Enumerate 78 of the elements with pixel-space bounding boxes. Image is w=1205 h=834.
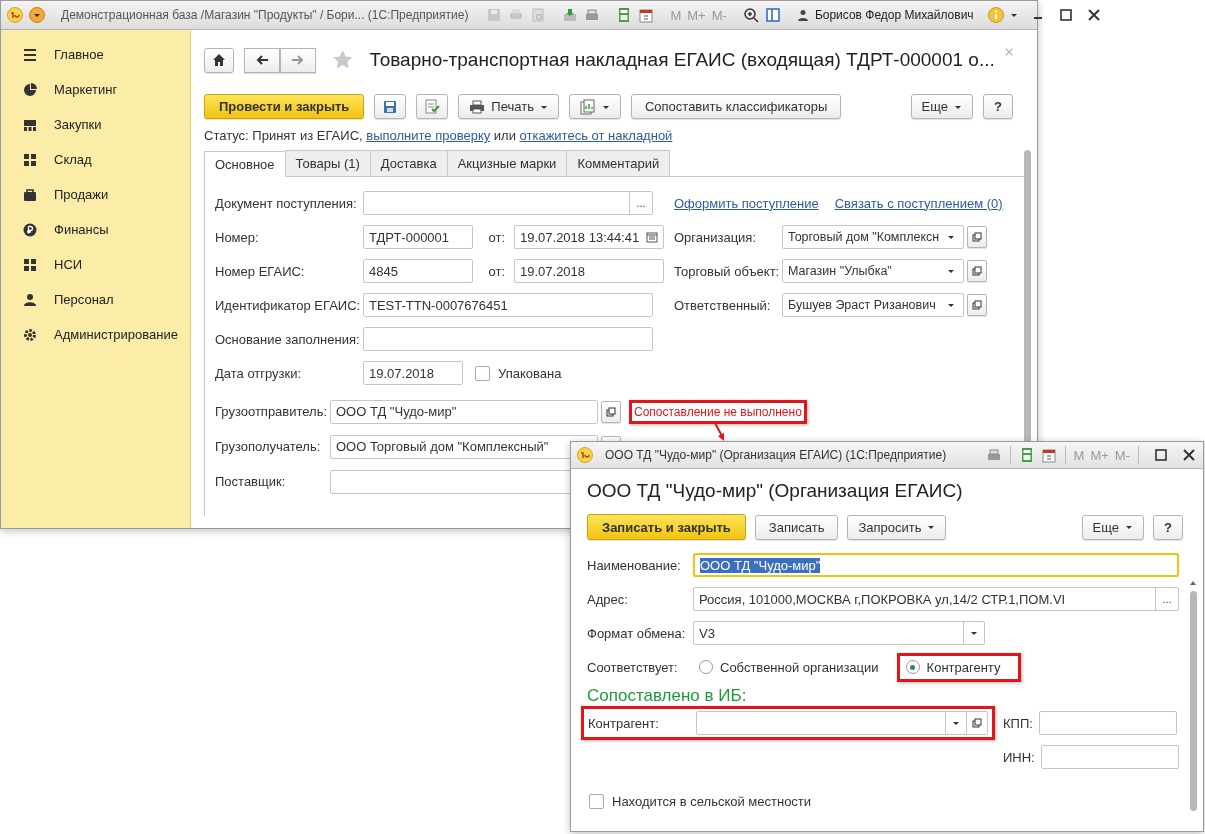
request-button[interactable]: Запросить — [847, 514, 947, 540]
print-button[interactable]: Печать — [458, 94, 559, 119]
window-title: Демонстрационная база /Магазин "Продукты" / Бори... (1С:Предприятие) — [61, 8, 469, 22]
document-field[interactable]: ... — [363, 191, 653, 215]
sidebar-item[interactable]: Финансы — [54, 222, 109, 237]
egais-number-field[interactable]: 4845 — [363, 259, 473, 283]
tab[interactable]: Основное — [204, 151, 286, 177]
name-field[interactable]: ООО ТД "Чудо-мир" — [693, 553, 1179, 577]
field-label: КПП: — [1003, 715, 1033, 731]
party-field[interactable]: ООО ТД "Чудо-мир" — [330, 399, 598, 424]
field-label: Контрагент: — [588, 715, 660, 731]
status-link[interactable]: откажитесь от накладной — [519, 128, 673, 143]
sidebar-item[interactable]: НСИ — [54, 257, 83, 272]
field-label: Дата отгрузки: — [215, 365, 303, 381]
field-label: Документ поступления: — [215, 195, 358, 211]
sidebar-item[interactable]: Закупки — [54, 117, 102, 132]
status-link[interactable]: выполните проверку — [366, 128, 491, 143]
tab[interactable]: Доставка — [369, 150, 448, 176]
checkbox-label: Упакована — [498, 365, 562, 381]
tab[interactable]: Акцизные марки — [446, 150, 568, 176]
select-field[interactable]: Бушуев Эраст Ризанович — [782, 293, 964, 317]
save-button[interactable]: Записать — [754, 514, 839, 540]
exchange-format-field[interactable]: V3 — [693, 621, 985, 645]
date-field[interactable]: 19.07.2018 — [514, 259, 664, 283]
status-text: Статус: Принят из ЕГАИС, выполните проверку или откажитесь от накладной — [204, 128, 674, 143]
field-label: Идентификатор ЕГАИС: — [215, 297, 362, 313]
select-field[interactable]: Магазин "Улыбка" — [782, 259, 964, 283]
action-link[interactable]: Связать с поступлением (0) — [834, 195, 1003, 211]
help-button[interactable]: ? — [983, 94, 1013, 119]
action-link[interactable]: Оформить поступление — [674, 195, 819, 211]
field-label: Соответствует: — [587, 659, 679, 675]
radio-option[interactable]: Собственной организации — [693, 655, 897, 679]
form-title: ООО ТД "Чудо-мир" (Организация ЕГАИС) — [587, 480, 964, 502]
mismatch-notice[interactable]: Сопоставление не выполнено — [629, 399, 807, 424]
field-label: Поставщик: — [215, 474, 287, 489]
number-field[interactable]: ТДРТ-000001 — [363, 225, 473, 249]
field-label: Номер: — [215, 229, 260, 245]
section-heading: Сопоставлено в ИБ: — [587, 686, 748, 706]
help-button[interactable]: ? — [1153, 514, 1183, 540]
field-label: от: — [487, 229, 505, 245]
sidebar-item[interactable]: Администрирование — [54, 327, 178, 342]
field-label: Грузоотправитель: — [215, 404, 329, 419]
choice-button[interactable]: ... — [1155, 588, 1178, 610]
match-classifiers-button[interactable]: Сопоставить классификаторы — [630, 94, 842, 119]
radio-option[interactable]: Контрагенту — [896, 652, 1022, 682]
field-label: Торговый объект: — [674, 263, 781, 279]
sidebar-item[interactable]: Персонал — [54, 292, 114, 307]
field-label: Организация: — [674, 229, 758, 245]
select-field[interactable]: Торговый дом "Комплексн — [782, 225, 964, 249]
field-label: Адрес: — [587, 591, 629, 607]
date-field[interactable]: 19.07.2018 13:44:41 — [514, 225, 664, 249]
field-label: ИНН: — [1003, 749, 1035, 765]
form-title: Товарно-транспортная накладная ЕГАИС (входящая) ТДРТ-000001 о... — [369, 49, 995, 71]
field-label: Грузополучатель: — [215, 439, 322, 454]
tab[interactable]: Комментарий — [566, 150, 671, 176]
choice-button[interactable]: ... — [629, 192, 652, 214]
more-button[interactable]: Еще — [1081, 514, 1144, 540]
address-field[interactable]: Россия, 101000,МОСКВА г,ПОКРОВКА ул,14/2 СТР.1,ПОМ.VI ... — [693, 587, 1179, 611]
post-and-close-button[interactable]: Провести и закрыть — [204, 94, 365, 119]
user-name[interactable]: Борисов Федор Михайлович — [814, 8, 974, 22]
shipment-date-field[interactable]: 19.07.2018 — [363, 361, 463, 385]
sidebar-item[interactable]: Маркетинг — [54, 82, 118, 97]
window-title: ООО ТД "Чудо-мир" (Организация ЕГАИС) (1С:Предприятие) — [605, 448, 947, 462]
field-label: от: — [487, 263, 505, 279]
sidebar-item[interactable]: Главное — [54, 47, 104, 62]
field-label: Основание заполнения: — [215, 331, 361, 347]
field-label: Формат обмена: — [587, 625, 687, 641]
egais-id-field[interactable]: TEST-TTN-0007676451 — [363, 293, 653, 317]
field-label: Ответственный: — [674, 297, 772, 313]
sidebar-item[interactable]: Склад — [54, 152, 92, 167]
sidebar-item[interactable]: Продажи — [54, 187, 109, 202]
tab[interactable]: Товары (1) — [284, 150, 371, 176]
field-label: Наименование: — [587, 557, 682, 573]
party-field[interactable]: ООО Торговый дом "Комплексный" — [330, 434, 598, 459]
more-button[interactable]: Еще — [910, 94, 973, 119]
field-label: Номер ЕГАИС: — [215, 263, 306, 279]
checkbox-label: Находится в сельской местности — [612, 793, 812, 809]
save-and-close-button[interactable]: Записать и закрыть — [587, 514, 746, 540]
